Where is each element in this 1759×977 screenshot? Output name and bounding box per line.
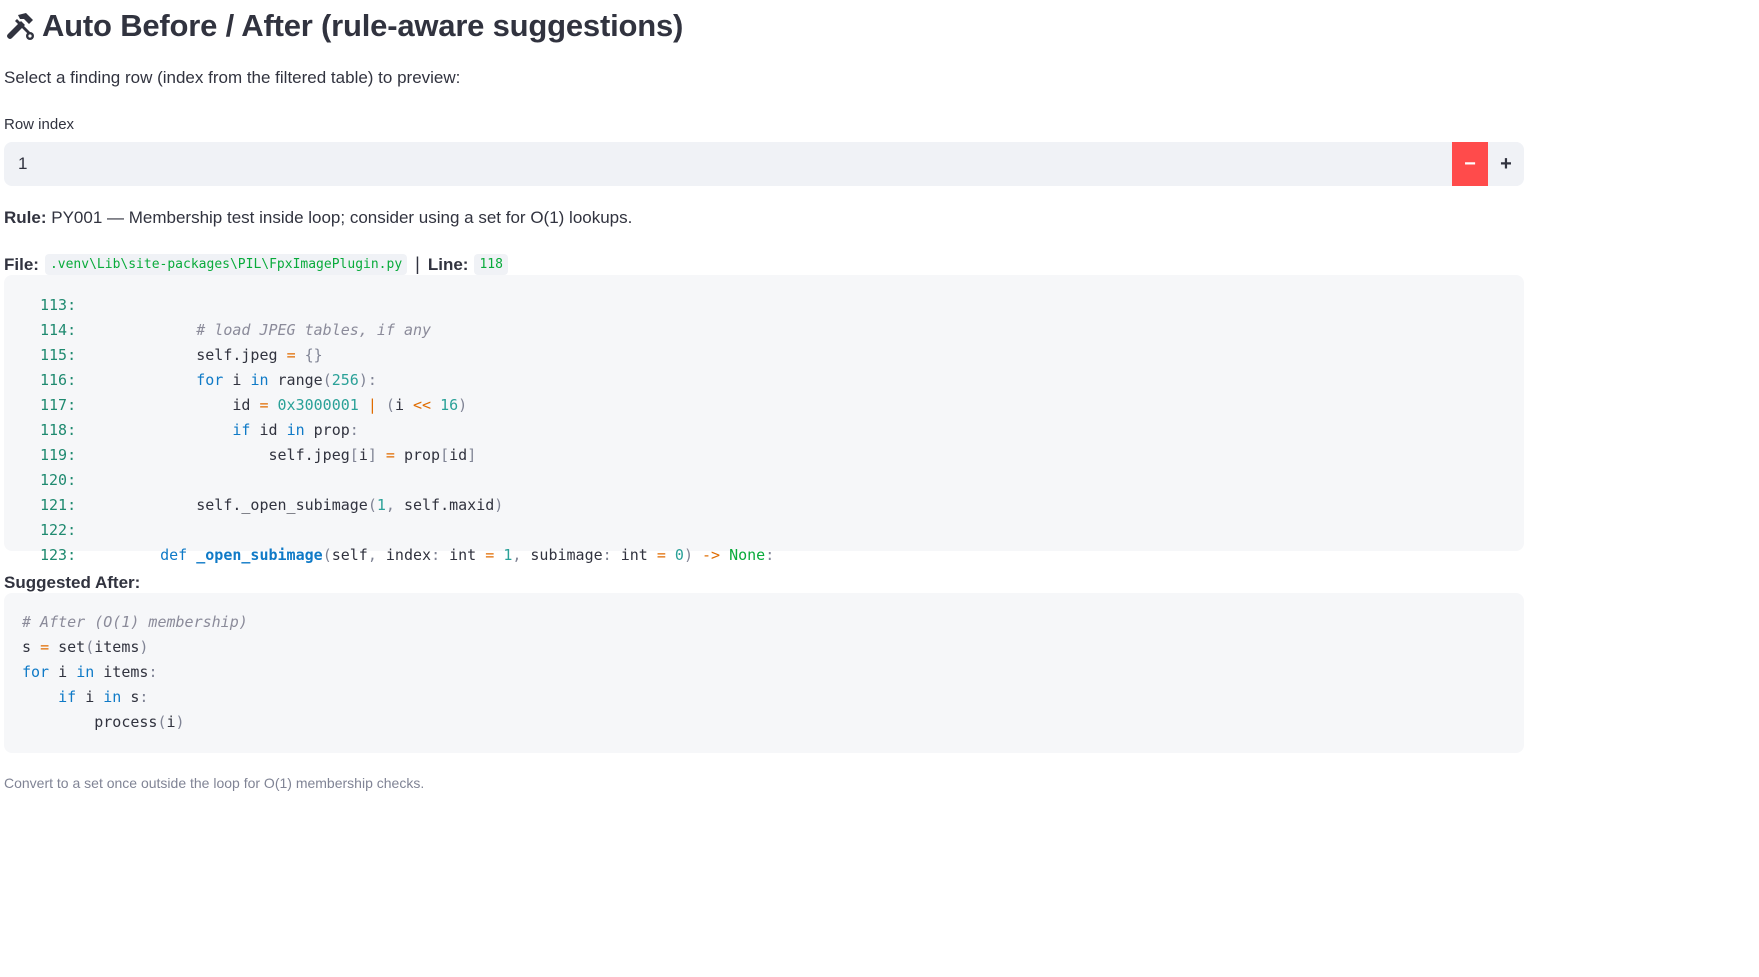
code-line: 118: if id in prop: [40,421,359,439]
intro-text: Select a finding row (index from the fil… [4,68,461,87]
code-line: 116: for i in range(256): [40,371,377,389]
row-index-value[interactable]: 1 [4,142,1452,186]
code-line: 121: self._open_subimage(1, self.maxid) [40,496,504,514]
line-number: 118 [474,254,508,275]
main-content: Auto Before / After (rule-aware suggesti… [0,0,1524,791]
hammer-wrench-icon [7,13,34,40]
code-line: 120: [40,471,77,489]
before-code-block: 113: 114: # load JPEG tables, if any 115: … [4,275,1524,564]
code-line: 113: [40,296,77,314]
file-line: File: .venv\Lib\site-packages\PIL\FpxIma… [4,254,1524,275]
code-line: 123: def _open_subimage(self, index: int… [40,546,775,564]
file-label: File: [4,254,39,274]
code-line: 119: self.jpeg[i] = prop[id] [40,446,477,464]
suggestion-caption: Convert to a set once outside the loop f… [4,775,425,791]
after-code-block: # After (O(1) membership) s = set(items)… [4,593,1524,753]
suggested-after-title: Suggested After: [4,573,141,592]
rule-label: Rule: [4,208,47,227]
code-line: 114: # load JPEG tables, if any [40,321,432,339]
page-title-text: Auto Before / After (rule-aware suggesti… [42,8,684,43]
increment-button[interactable]: + [1488,142,1524,186]
line-label: Line: [427,254,469,274]
code-line: 115: self.jpeg = {} [40,346,323,364]
rule-text: PY001 — Membership test inside loop; con… [51,208,633,227]
code-line: 122: [40,521,77,539]
rule-line: Rule: PY001 — Membership test inside loo… [4,208,1524,228]
file-path: .venv\Lib\site-packages\PIL\FpxImagePlug… [44,254,408,275]
row-index-input[interactable]: 1 − + [4,142,1524,186]
separator: | [415,254,420,274]
page-title: Auto Before / After (rule-aware suggesti… [4,0,1524,48]
row-index-label: Row index [4,116,75,133]
code-line: 117: id = 0x3000001 | (i << 16) [40,396,468,414]
decrement-button[interactable]: − [1452,142,1488,186]
